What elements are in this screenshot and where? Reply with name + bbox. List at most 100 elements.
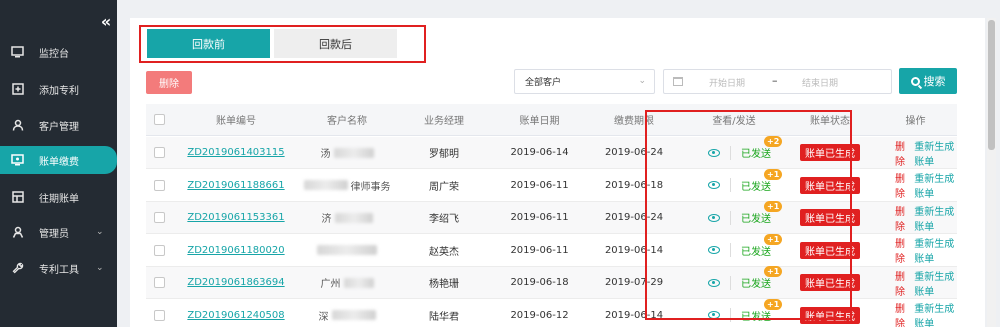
date-range-picker[interactable]: 开始日期 – 结束日期 xyxy=(663,69,892,94)
bill-date-cell: 2019-06-14 xyxy=(510,147,569,158)
customer-select-value: 全部客户 xyxy=(525,78,562,88)
row-delete-link[interactable]: 删除 xyxy=(895,235,909,265)
redacted-text xyxy=(317,245,377,255)
sidebar-item-label: 账单缴费 xyxy=(39,156,79,168)
row-checkbox[interactable] xyxy=(154,309,165,321)
start-date-input[interactable]: 开始日期 xyxy=(709,76,745,89)
tab-before-payment[interactable]: 回款前 xyxy=(147,29,270,58)
regenerate-bill-link[interactable]: 重新生成账单 xyxy=(914,235,957,265)
sidebar-item-history[interactable]: 往期账单 xyxy=(0,183,117,211)
row-checkbox[interactable] xyxy=(154,212,165,223)
status-highlight-box xyxy=(645,110,852,320)
bill-number-link[interactable]: ZD2019061188661 xyxy=(187,180,284,191)
redacted-text xyxy=(331,310,376,320)
row-checkbox[interactable] xyxy=(154,277,165,288)
customer-cell: 律师事务 xyxy=(303,178,391,193)
redacted-text xyxy=(343,277,374,288)
manager-cell: 陆华君 xyxy=(429,311,459,323)
monitor-icon xyxy=(11,46,24,59)
sidebar-item-label: 添加专利 xyxy=(39,85,79,97)
column-header: 账单编号 xyxy=(216,116,256,127)
row-delete-link[interactable]: 删除 xyxy=(895,138,909,168)
sidebar-item-label: 监控台 xyxy=(39,48,69,60)
column-header: 业务经理 xyxy=(424,116,464,127)
chevron-down-icon: ⌄ xyxy=(96,227,104,237)
row-delete-link[interactable]: 删除 xyxy=(895,300,909,327)
row-checkbox[interactable] xyxy=(154,147,165,158)
scrollbar-thumb[interactable] xyxy=(988,20,995,150)
regenerate-bill-link[interactable]: 重新生成账单 xyxy=(914,170,957,200)
column-header: 账单日期 xyxy=(519,116,560,127)
customer-cell xyxy=(317,245,377,255)
sidebar: « 监控台 添加专利 客户管理 账单缴费 往期账单 管理员 ⌄ 专利工具 ⌄ xyxy=(0,0,117,327)
sidebar-item-label: 管理员 xyxy=(39,228,69,240)
search-button[interactable]: 搜索 xyxy=(899,68,957,94)
manager-cell: 罗郁明 xyxy=(429,149,459,160)
manager-cell: 周广荣 xyxy=(429,181,459,193)
row-delete-link[interactable]: 删除 xyxy=(895,203,909,233)
sidebar-item-admin[interactable]: 管理员 ⌄ xyxy=(0,218,117,246)
select-all-checkbox[interactable] xyxy=(154,114,165,125)
manager-cell: 李绍飞 xyxy=(429,214,459,225)
redacted-text xyxy=(303,180,348,190)
end-date-input[interactable]: 结束日期 xyxy=(802,76,838,89)
bill-date-cell: 2019-06-11 xyxy=(510,179,569,191)
regenerate-bill-link[interactable]: 重新生成账单 xyxy=(914,138,957,168)
bill-date-cell: 2019-06-11 xyxy=(510,212,569,223)
customer-name: 广州 xyxy=(320,279,341,290)
customer-name: 深 xyxy=(318,311,329,323)
bill-number-link[interactable]: ZD2019061180020 xyxy=(187,245,284,256)
customer-name: 汤 xyxy=(320,149,331,160)
plus-square-icon xyxy=(11,83,24,96)
chevron-down-icon: ⌄ xyxy=(638,76,646,86)
admin-icon xyxy=(11,226,24,239)
search-icon xyxy=(910,76,920,86)
calendar-icon xyxy=(673,77,683,86)
tab-after-payment[interactable]: 回款后 xyxy=(274,29,397,58)
wrench-icon xyxy=(11,262,24,275)
bill-date-cell: 2019-06-11 xyxy=(510,244,569,256)
sidebar-item-customers[interactable]: 客户管理 xyxy=(0,111,117,139)
history-icon xyxy=(11,191,24,204)
scrollbar[interactable] xyxy=(987,18,996,327)
double-chevron-left-icon[interactable]: « xyxy=(96,10,116,32)
bill-number-link[interactable]: ZD2019061863694 xyxy=(187,277,284,288)
customer-name: 律师事务 xyxy=(350,181,391,193)
sidebar-item-add-patent[interactable]: 添加专利 xyxy=(0,75,117,103)
chevron-down-icon: ⌄ xyxy=(96,263,104,273)
redacted-text xyxy=(333,147,374,158)
sidebar-item-label: 客户管理 xyxy=(39,121,79,133)
regenerate-bill-link[interactable]: 重新生成账单 xyxy=(914,300,957,327)
manager-cell: 赵英杰 xyxy=(429,246,459,258)
search-button-label: 搜索 xyxy=(923,75,946,88)
sidebar-item-monitor[interactable]: 监控台 xyxy=(0,38,117,66)
customer-select[interactable]: 全部客户 ⌄ xyxy=(514,69,655,94)
row-delete-link[interactable]: 删除 xyxy=(895,268,909,298)
customer-cell: 济 xyxy=(322,210,373,225)
row-delete-link[interactable]: 删除 xyxy=(895,170,909,200)
bill-date-cell: 2019-06-18 xyxy=(510,277,569,288)
customer-cell: 深 xyxy=(319,308,376,323)
bill-number-link[interactable]: ZD2019061240508 xyxy=(187,310,284,321)
sidebar-item-label: 往期账单 xyxy=(39,193,79,205)
delete-button[interactable]: 删除 xyxy=(146,71,192,94)
bill-number-link[interactable]: ZD2019061403115 xyxy=(187,147,284,158)
bill-date-cell: 2019-06-12 xyxy=(510,309,569,321)
redacted-text xyxy=(334,212,373,223)
column-header: 操作 xyxy=(905,116,926,127)
customer-cell: 汤 xyxy=(321,145,374,160)
date-separator: – xyxy=(772,74,778,87)
user-icon xyxy=(11,119,24,132)
regenerate-bill-link[interactable]: 重新生成账单 xyxy=(914,203,957,233)
bill-number-link[interactable]: ZD2019061153361 xyxy=(187,212,284,223)
sidebar-item-patent-tools[interactable]: 专利工具 ⌄ xyxy=(0,254,117,282)
row-checkbox[interactable] xyxy=(154,244,165,256)
customer-name: 济 xyxy=(321,214,332,225)
regenerate-bill-link[interactable]: 重新生成账单 xyxy=(914,268,957,298)
row-checkbox[interactable] xyxy=(154,179,165,191)
sidebar-item-billing[interactable]: 账单缴费 xyxy=(0,146,117,174)
customer-cell: 广州 xyxy=(321,275,374,290)
manager-cell: 杨艳珊 xyxy=(429,279,459,290)
bill-icon xyxy=(11,154,24,167)
column-header: 客户名称 xyxy=(327,116,367,127)
